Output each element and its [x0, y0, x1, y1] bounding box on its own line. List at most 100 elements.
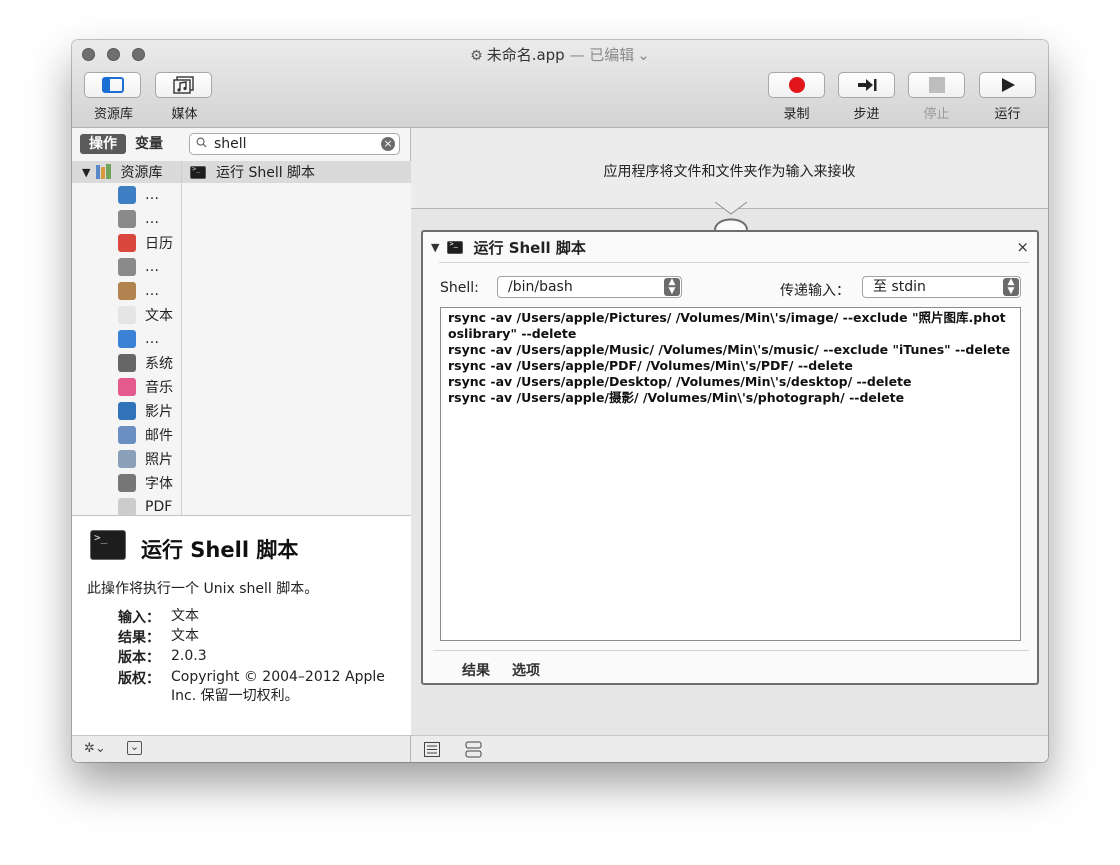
system-icon	[118, 354, 136, 372]
version-key: 版本：	[118, 650, 160, 666]
variables-view-icon[interactable]	[465, 741, 482, 758]
action-result-label: 运行 Shell 脚本	[216, 165, 316, 181]
record-label: 录制	[783, 107, 810, 122]
library-item-label: …	[145, 211, 159, 227]
terminal-icon	[190, 165, 206, 179]
developer-tools-icon	[118, 210, 136, 228]
description-title: 运行 Shell 脚本	[141, 538, 299, 562]
clear-search-icon[interactable]: ×	[381, 137, 395, 151]
shell-popup[interactable]: /bin/bash ▲ ▼	[497, 276, 682, 298]
action-results-list[interactable]: 运行 Shell 脚本	[182, 161, 411, 515]
divider	[439, 262, 1029, 263]
library-item[interactable]: 系统	[72, 351, 181, 375]
record-button[interactable]	[768, 72, 825, 98]
pass-input-value: 至 stdin	[873, 279, 926, 295]
workflow-input-header: 应用程序将文件和文件夹作为输入来接收	[411, 128, 1048, 209]
media-button[interactable]	[155, 72, 212, 98]
stop-label: 停止	[923, 107, 950, 122]
right-bottom-bar	[411, 735, 1048, 762]
result-value: 文本	[171, 628, 199, 644]
tab-options[interactable]: 选项	[512, 660, 540, 680]
description-text: 此操作将执行一个 Unix shell 脚本。	[87, 581, 319, 597]
run-shell-script-action[interactable]: ▼ 运行 Shell 脚本 × Shell: /bin/bash ▲▼ 传递输入…	[421, 230, 1039, 685]
toolbar: ⚙ 未命名.app — 已编辑 ⌄ 资源库 媒体 录制 步进 停止 运行	[72, 40, 1048, 128]
run-label: 运行	[994, 107, 1021, 122]
tab-variables[interactable]: 变量	[126, 134, 172, 154]
library-root-label: 资源库	[120, 165, 163, 181]
library-item[interactable]: …	[72, 207, 181, 231]
library-item[interactable]: 音乐	[72, 375, 181, 399]
window-title: ⚙ 未命名.app — 已编辑 ⌄	[72, 44, 1048, 65]
library-root-row[interactable]: ▼ 资源库	[72, 161, 181, 183]
terminal-icon	[90, 530, 126, 560]
close-action-icon[interactable]: ×	[1016, 238, 1029, 256]
library-item-label: 照片	[145, 452, 173, 468]
workflow-input-text: 应用程序将文件和文件夹作为输入来接收	[603, 164, 856, 180]
copyright-value: Copyright © 2004–2012 Apple Inc. 保留一切权利。	[171, 669, 385, 704]
music-icon	[118, 378, 136, 396]
text-icon	[118, 306, 136, 324]
library-item[interactable]: …	[72, 183, 181, 207]
script-line: rsync -av /Users/apple/Music/ /Volumes/M…	[448, 342, 1011, 357]
tab-actions[interactable]: 操作	[80, 134, 126, 154]
library-item[interactable]: 邮件	[72, 423, 181, 447]
contacts-icon	[118, 282, 136, 300]
actions-variables-segmented-control: 操作 变量	[80, 134, 172, 154]
script-editor[interactable]: rsync -av /Users/apple/Pictures/ /Volume…	[440, 307, 1021, 641]
library-sidebar-icon	[101, 77, 124, 93]
media-label: 媒体	[171, 107, 198, 122]
photos-icon	[118, 450, 136, 468]
search-icon	[196, 137, 207, 148]
finder-icon	[118, 330, 136, 348]
title-separator: —	[564, 46, 590, 64]
log-view-icon[interactable]	[424, 742, 440, 757]
library-item-label: …	[145, 259, 159, 275]
tab-results[interactable]: 结果	[462, 660, 490, 680]
terminal-icon	[447, 240, 464, 254]
title-chevron-icon[interactable]: ⌄	[637, 46, 650, 64]
collapse-action-icon[interactable]: ▼	[431, 241, 439, 254]
result-key: 结果：	[118, 630, 160, 646]
library-item[interactable]: 影片	[72, 399, 181, 423]
pass-input-popup[interactable]: 至 stdin ▲ ▼	[862, 276, 1021, 298]
step-icon	[857, 79, 876, 91]
library-item-label: 音乐	[145, 380, 173, 396]
popup-arrows-icon: ▲ ▼	[664, 278, 680, 296]
library-item-label: 日历	[145, 236, 173, 252]
library-item[interactable]: 文本	[72, 303, 181, 327]
library-item[interactable]: 照片	[72, 447, 181, 471]
document-name: 未命名.app	[486, 46, 565, 64]
library-item-label: 字体	[145, 476, 173, 492]
calendar-icon	[118, 234, 136, 252]
edited-status[interactable]: 已编辑	[589, 46, 634, 64]
automator-window: ⚙ 未命名.app — 已编辑 ⌄ 资源库 媒体 录制 步进 停止 运行 操作 …	[72, 40, 1048, 762]
library-item[interactable]: PDF	[72, 495, 181, 515]
library-item-label: 系统	[145, 356, 173, 372]
run-button[interactable]	[979, 72, 1036, 98]
library-item[interactable]: 日历	[72, 231, 181, 255]
library-toggle-button[interactable]	[84, 72, 141, 98]
search-field[interactable]: ×	[189, 133, 400, 155]
library-item-label: PDF	[145, 499, 173, 515]
script-line: rsync -av /Users/apple/PDF/ /Volumes/Min…	[448, 358, 853, 373]
library-pane: 操作 变量 × ▼ 资源库 … … 日历 … … 文本 … 系统音乐影片邮件照片字体 PDF	[72, 128, 411, 735]
script-line: rsync -av /Users/apple/Pictures/ /Volume…	[448, 310, 1006, 341]
step-label: 步进	[853, 107, 880, 122]
media-icon	[172, 76, 194, 94]
record-icon	[788, 77, 805, 93]
search-input[interactable]	[214, 136, 374, 152]
movies-icon	[118, 402, 136, 420]
library-item[interactable]: …	[72, 255, 181, 279]
stop-button[interactable]	[908, 72, 965, 98]
pass-input-label: 传递输入：	[780, 283, 850, 299]
library-list[interactable]: ▼ 资源库 … … 日历 … … 文本 … 系统 音乐 影片 邮件 照片 字体 PDF	[72, 161, 182, 515]
workflow-area: 应用程序将文件和文件夹作为输入来接收 ▼ 运行 Shell 脚本 × Shell…	[411, 128, 1048, 735]
library-item[interactable]: 字体	[72, 471, 181, 495]
library-item[interactable]: …	[72, 327, 181, 351]
step-button[interactable]	[838, 72, 895, 98]
disclosure-triangle-icon[interactable]: ▼	[82, 166, 90, 179]
action-result-row[interactable]: 运行 Shell 脚本	[182, 161, 411, 183]
collapse-description-icon[interactable]: ⌄	[127, 741, 142, 755]
library-item[interactable]: …	[72, 279, 181, 303]
gear-menu-icon[interactable]: ✲⌄	[84, 741, 106, 756]
